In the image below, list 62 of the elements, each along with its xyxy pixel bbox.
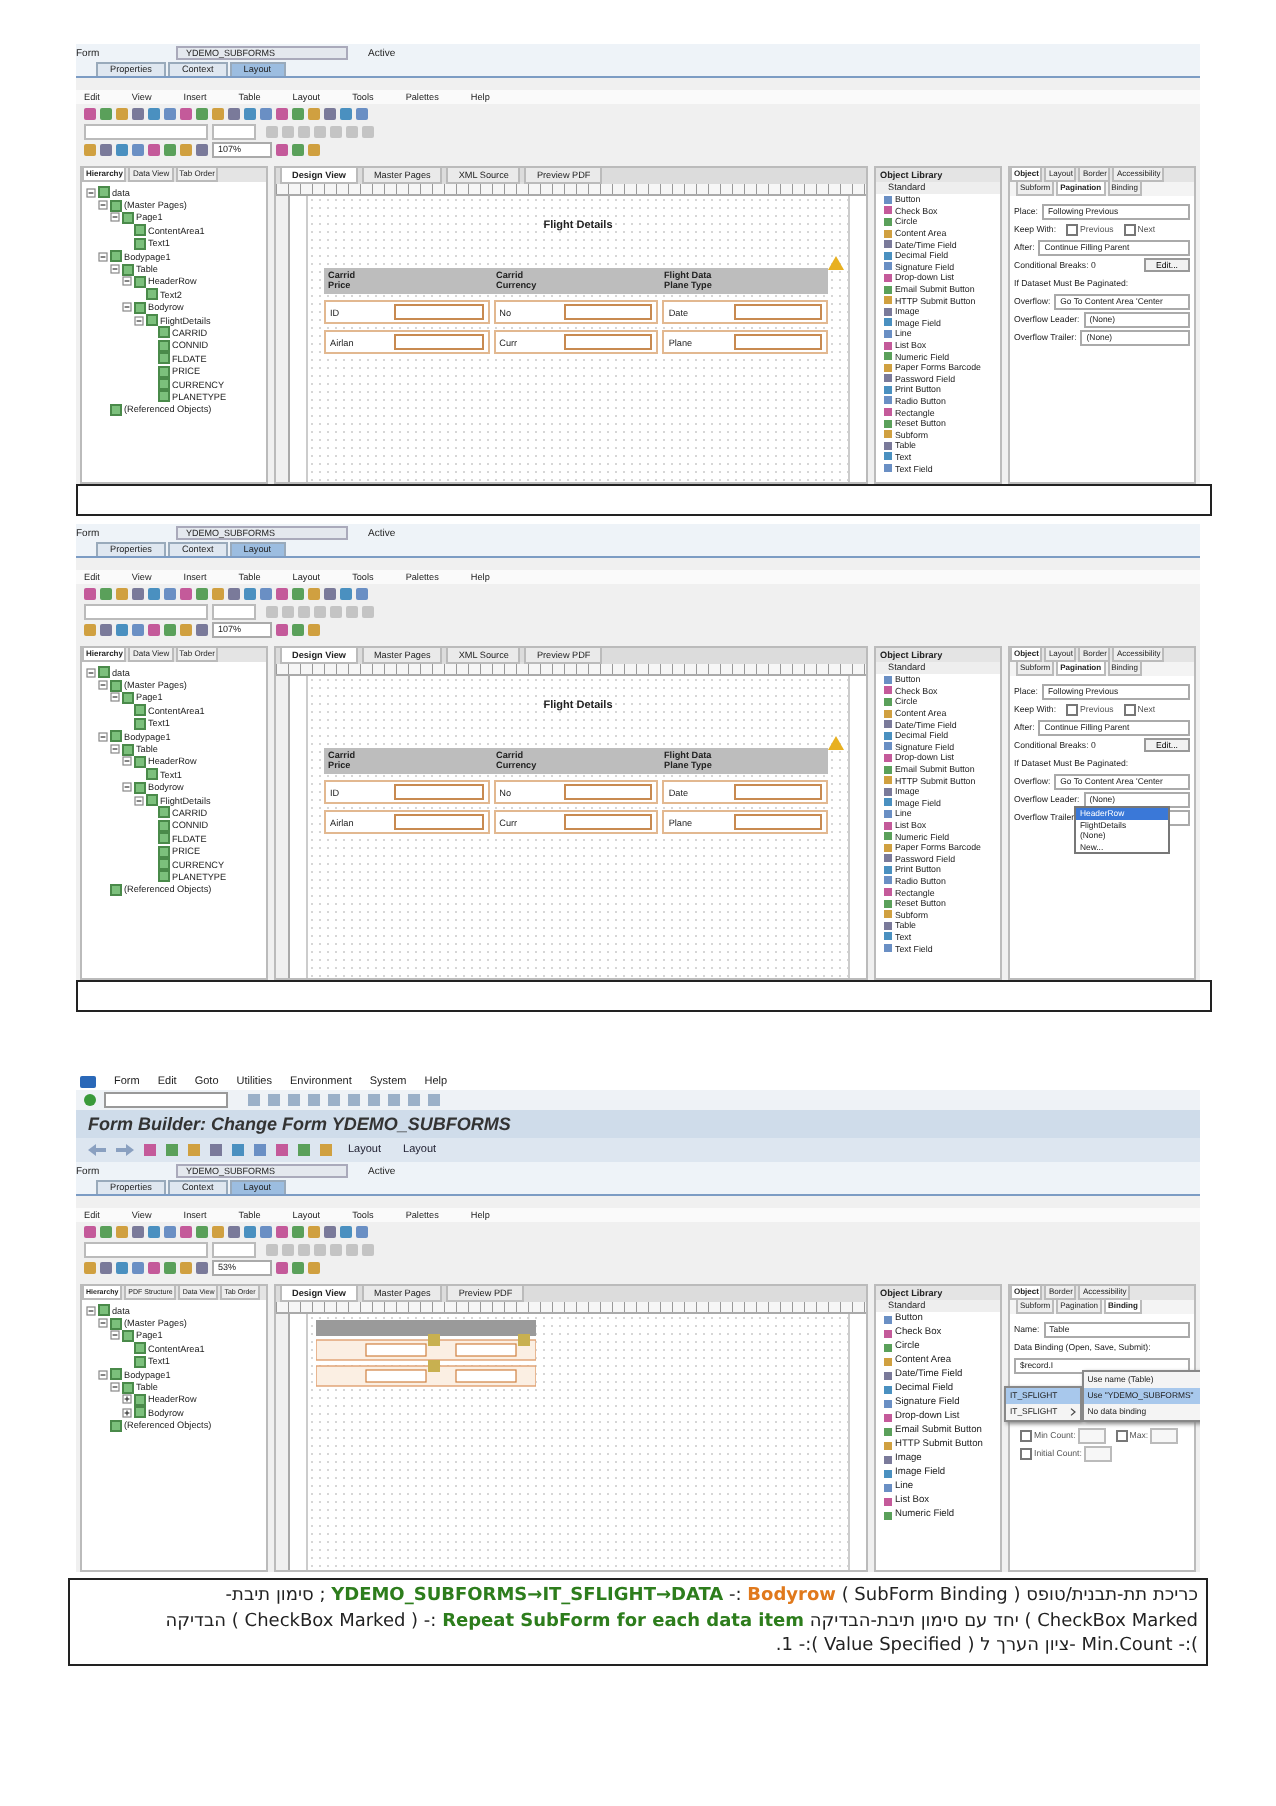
- collapse-icon[interactable]: [122, 782, 132, 793]
- collapse-icon[interactable]: [110, 212, 120, 223]
- text-field[interactable]: [394, 814, 484, 830]
- text-field[interactable]: [563, 784, 653, 800]
- collapse-icon[interactable]: [122, 756, 132, 767]
- checkbox[interactable]: [1020, 1429, 1032, 1441]
- collapse-icon[interactable]: [134, 315, 144, 326]
- forward-arrow-icon[interactable]: [116, 1144, 134, 1156]
- text-field[interactable]: [733, 814, 822, 830]
- checkbox[interactable]: [1123, 703, 1136, 715]
- font-dropdown[interactable]: [84, 603, 208, 619]
- text-field[interactable]: [563, 814, 653, 830]
- check-icon[interactable]: [84, 1094, 96, 1106]
- collapse-icon[interactable]: [98, 1369, 108, 1380]
- collapse-icon[interactable]: [110, 1330, 120, 1341]
- text-field[interactable]: [733, 334, 822, 350]
- collapse-icon[interactable]: [98, 251, 108, 262]
- text-field[interactable]: [394, 304, 484, 320]
- collapse-icon[interactable]: [98, 1318, 108, 1329]
- collapse-icon[interactable]: [98, 200, 108, 211]
- size-dropdown[interactable]: [212, 603, 256, 619]
- node-icon: [110, 403, 122, 416]
- back-arrow-icon[interactable]: [88, 1144, 106, 1156]
- count-field[interactable]: [1077, 1427, 1106, 1443]
- text-field[interactable]: [394, 784, 484, 800]
- node-icon: [110, 883, 122, 896]
- command-field[interactable]: [104, 1092, 228, 1108]
- collapse-icon[interactable]: [86, 1305, 96, 1316]
- text-field[interactable]: [394, 334, 484, 350]
- font-dropdown[interactable]: [84, 123, 208, 139]
- collapse-icon[interactable]: [110, 1382, 120, 1393]
- collapse-icon[interactable]: [110, 744, 120, 755]
- expand-icon[interactable]: [122, 1407, 132, 1418]
- window-title: Form Builder: Change Form YDEMO_SUBFORMS: [76, 1110, 1200, 1138]
- collapse-icon[interactable]: [110, 264, 120, 275]
- size-dropdown[interactable]: [212, 123, 256, 139]
- sap-logo-icon[interactable]: [80, 1075, 96, 1087]
- count-field[interactable]: [1150, 1427, 1179, 1443]
- checkbox[interactable]: [1115, 1429, 1128, 1441]
- text-field[interactable]: [733, 304, 822, 320]
- warning-icon: [828, 736, 844, 750]
- checkbox[interactable]: [1123, 223, 1136, 235]
- text-field[interactable]: [733, 784, 822, 800]
- collapse-icon[interactable]: [134, 795, 144, 806]
- collapse-icon[interactable]: [98, 680, 108, 691]
- checkbox[interactable]: [1020, 1447, 1032, 1459]
- collapse-icon[interactable]: [86, 667, 96, 678]
- collapse-icon[interactable]: [122, 276, 132, 287]
- checkbox[interactable]: [1066, 703, 1079, 715]
- font-dropdown[interactable]: [84, 1241, 208, 1257]
- warning-icon: [828, 256, 844, 270]
- node-icon: [110, 1419, 122, 1432]
- checkbox[interactable]: [1066, 223, 1079, 235]
- text-field[interactable]: [563, 304, 653, 320]
- collapse-icon[interactable]: [122, 302, 132, 313]
- expand-icon[interactable]: [122, 1394, 132, 1405]
- text-field[interactable]: [563, 334, 653, 350]
- collapse-icon[interactable]: [110, 692, 120, 703]
- collapse-icon[interactable]: [86, 187, 96, 198]
- collapse-icon[interactable]: [98, 731, 108, 742]
- size-dropdown[interactable]: [212, 1241, 256, 1257]
- count-field[interactable]: [1083, 1445, 1112, 1461]
